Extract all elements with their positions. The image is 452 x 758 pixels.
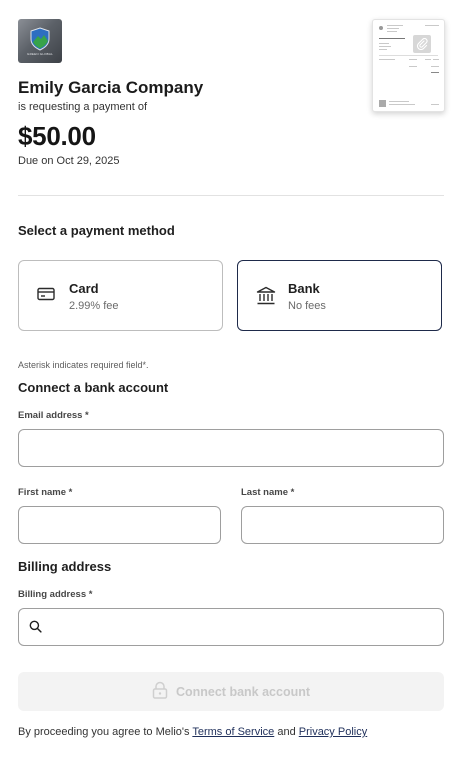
logo-text: GREEN GLOBAL: [27, 51, 53, 56]
email-label: Email address *: [18, 410, 89, 421]
legal-and: and: [277, 726, 296, 738]
connect-bank-title: Connect a bank account: [18, 380, 169, 395]
payment-method-bank[interactable]: Bank No fees: [237, 260, 442, 331]
terms-of-service-link[interactable]: Terms of Service: [192, 726, 274, 738]
billing-address-input[interactable]: [18, 608, 444, 646]
payment-method-card[interactable]: Card 2.99% fee: [18, 260, 223, 331]
last-name-label: Last name *: [241, 487, 295, 498]
credit-card-icon: [37, 287, 55, 306]
billing-address-search: [18, 608, 444, 646]
connect-button-label: Connect bank account: [175, 684, 311, 699]
vendor-company-name: Emily Garcia Company: [18, 78, 204, 97]
payment-amount: $50.00: [18, 121, 96, 151]
required-field-note: Asterisk indicates required field*.: [18, 360, 149, 370]
email-field[interactable]: [18, 429, 444, 467]
shield-logo-icon: [30, 26, 50, 51]
payment-method-title: Select a payment method: [18, 223, 175, 238]
paperclip-icon: [413, 35, 431, 53]
bank-icon: [256, 286, 276, 311]
requesting-text: is requesting a payment of: [18, 101, 148, 113]
card-method-fee: 2.99% fee: [69, 300, 119, 312]
vendor-logo: GREEN GLOBAL: [18, 19, 62, 63]
first-name-label: First name *: [18, 487, 73, 498]
bank-method-name: Bank: [288, 281, 320, 296]
divider: [18, 195, 444, 196]
due-date: Due on Oct 29, 2025: [18, 155, 120, 167]
first-name-field[interactable]: [18, 506, 221, 544]
lock-icon: [152, 681, 168, 702]
last-name-field[interactable]: [241, 506, 444, 544]
legal-text: By proceeding you agree to Melio's Terms…: [18, 726, 367, 738]
billing-address-label: Billing address *: [18, 589, 93, 600]
billing-address-title: Billing address: [18, 559, 112, 574]
search-icon: [29, 620, 42, 638]
privacy-policy-link[interactable]: Privacy Policy: [299, 726, 367, 738]
card-method-name: Card: [69, 281, 99, 296]
connect-bank-account-button[interactable]: Connect bank account: [18, 672, 444, 711]
legal-prefix: By proceeding you agree to Melio's: [18, 726, 190, 738]
invoice-preview-thumbnail[interactable]: [372, 19, 445, 112]
bank-method-fee: No fees: [288, 300, 326, 312]
